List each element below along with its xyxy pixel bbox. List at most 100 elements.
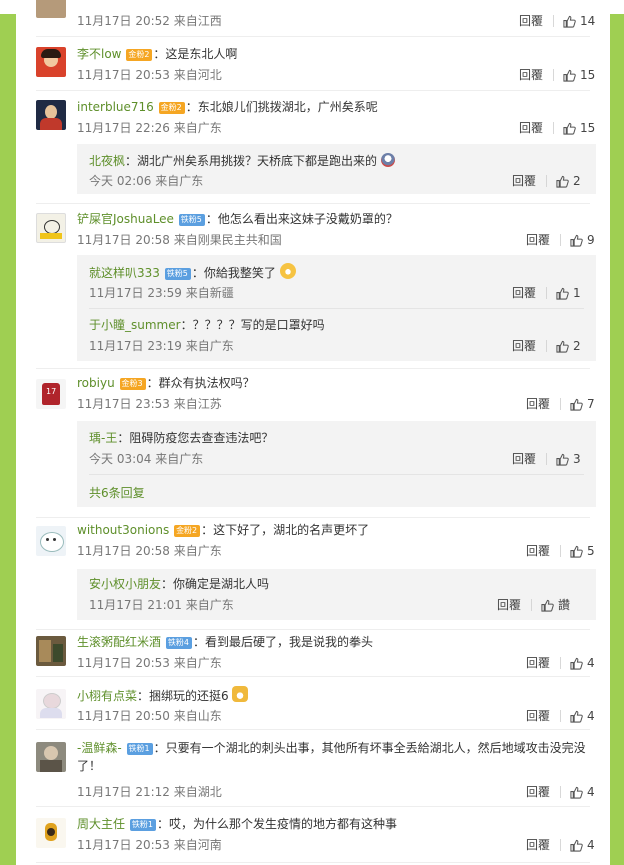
divider: [560, 398, 561, 410]
comment-list: 11月17日 20:52 来自江西 回覆 14 李不low 金粉2 ：这是东北人啊…: [16, 0, 610, 865]
divider: [36, 806, 590, 807]
avatar[interactable]: [36, 100, 66, 130]
thumbs-up-icon: [556, 453, 569, 466]
reply-button[interactable]: 回覆: [526, 784, 550, 800]
comment-time: 11月17日 20:53 来自河南: [77, 838, 222, 852]
reply-text: 北夜枫：湖北广州矣系用挑拨？天桥底下都是跑出来的: [89, 152, 586, 170]
reply-button[interactable]: 回覆: [519, 120, 543, 136]
reply-button[interactable]: 回覆: [512, 173, 536, 189]
fan-badge[interactable]: 金粉2: [158, 102, 185, 114]
fan-badge[interactable]: 铁粉5: [178, 214, 205, 226]
username-link[interactable]: 于小瞳_summer: [89, 318, 181, 332]
reply-button[interactable]: 回覆: [512, 451, 536, 467]
like-button[interactable]: 4: [570, 708, 595, 724]
comment-body: ：哎，为什么那个发生疫情的地方都有这种事: [156, 817, 397, 831]
reply-button[interactable]: 回覆: [497, 597, 521, 613]
fan-badge[interactable]: 金粉2: [126, 49, 153, 61]
like-count: 3: [573, 452, 581, 466]
thumbs-up-icon: [563, 69, 576, 82]
username-link[interactable]: -温鲜森-: [77, 741, 122, 755]
reply-button[interactable]: 回覆: [519, 13, 543, 29]
avatar[interactable]: [36, 818, 66, 848]
fan-badge[interactable]: 铁粉1: [126, 743, 153, 755]
username-link[interactable]: 周大主任: [77, 817, 125, 831]
avatar[interactable]: [36, 742, 66, 772]
username-link[interactable]: 生滚粥配红米酒: [77, 635, 161, 649]
like-button[interactable]: 5: [570, 543, 595, 559]
thumbs-up-icon: [556, 175, 569, 188]
like-button[interactable]: 9: [570, 232, 595, 248]
reply-time: 11月17日 21:01 来自广东: [89, 598, 234, 612]
username-link[interactable]: interblue716: [77, 100, 154, 114]
like-count: 5: [587, 544, 595, 558]
reply-button[interactable]: 回覆: [526, 708, 550, 724]
like-button[interactable]: 4: [570, 837, 595, 853]
username-link[interactable]: 铲屎官JoshuaLee: [77, 212, 174, 226]
fan-badge[interactable]: 铁粉5: [164, 268, 191, 280]
divider: [89, 308, 584, 309]
reply-text: 就这样叭333 铁粉5 ：你給我整笑了: [89, 263, 586, 282]
reply-button[interactable]: 回覆: [526, 543, 550, 559]
reply-button[interactable]: 回覆: [512, 285, 536, 301]
like-count: 2: [573, 339, 581, 353]
like-button[interactable]: 15: [563, 67, 595, 83]
fan-badge[interactable]: 铁粉1: [129, 819, 156, 831]
username-link[interactable]: 安小权小朋友: [89, 577, 161, 591]
avatar[interactable]: 17: [36, 379, 66, 409]
fan-badge[interactable]: 金粉3: [119, 378, 146, 390]
like-button[interactable]: 15: [563, 120, 595, 136]
like-button[interactable]: 4: [570, 655, 595, 671]
thumbs-up-icon: [570, 710, 583, 723]
reply-button[interactable]: 回覆: [526, 396, 550, 412]
divider: [36, 90, 590, 91]
reply-button[interactable]: 回覆: [512, 338, 536, 354]
comment-text: 小栩有点菜：捆绑玩的还挺6: [77, 686, 590, 705]
avatar[interactable]: [36, 47, 66, 77]
reply-time: 今天 03:04 来自广东: [89, 452, 204, 466]
view-all-replies-link[interactable]: 共6条回复: [89, 485, 145, 501]
comment-body: ：群众有执法权吗？: [146, 376, 255, 390]
divider: [546, 287, 547, 299]
divider: [560, 657, 561, 669]
reply-time: 今天 02:06 来自广东: [89, 174, 204, 188]
username-link[interactable]: robiyu: [77, 376, 115, 390]
fan-badge[interactable]: 铁粉4: [165, 637, 192, 649]
avatar[interactable]: [36, 526, 66, 556]
like-button[interactable]: 2: [556, 338, 581, 354]
username-link[interactable]: 小栩有点菜: [77, 689, 137, 703]
comment-text: 铲屎官JoshuaLee 铁粉5 ：他怎么看出来这妹子没戴奶罩的？: [77, 210, 590, 228]
username-link[interactable]: 就这样叭333: [89, 266, 160, 280]
fan-badge[interactable]: 金粉2: [174, 525, 201, 537]
username-link[interactable]: 李不low: [77, 47, 122, 61]
comment-text: -温鲜森- 铁粉1 ：只要有一个湖北的刺头出事，其他所有坏事全丢給湖北人，然后地域…: [77, 739, 590, 775]
like-button[interactable]: 3: [556, 451, 581, 467]
reply-button[interactable]: 回覆: [526, 655, 550, 671]
avatar[interactable]: [36, 689, 66, 719]
reply-body: ：湖北广州矣系用挑拨？天桥底下都是跑出来的: [125, 154, 378, 168]
like-button[interactable]: 14: [563, 13, 595, 29]
avatar[interactable]: [36, 213, 66, 243]
like-button[interactable]: 讚: [541, 597, 570, 613]
avatar[interactable]: [36, 636, 66, 666]
reply-button[interactable]: 回覆: [519, 67, 543, 83]
username-link[interactable]: without3onions: [77, 523, 169, 537]
divider: [36, 862, 590, 863]
divider: [553, 15, 554, 27]
divider: [560, 786, 561, 798]
comment-body: ：这是东北人啊: [153, 47, 238, 61]
like-button[interactable]: 7: [570, 396, 595, 412]
divider: [553, 69, 554, 81]
comment-body: ：看到最后硬了，我是说我的拳头: [192, 635, 373, 649]
reply-button[interactable]: 回覆: [526, 232, 550, 248]
divider: [36, 729, 590, 730]
like-button[interactable]: 1: [556, 285, 581, 301]
like-button[interactable]: 4: [570, 784, 595, 800]
thumbs-up-icon: [570, 839, 583, 852]
avatar[interactable]: [36, 0, 66, 18]
username-link[interactable]: 瑀-王: [89, 431, 117, 445]
like-button[interactable]: 2: [556, 173, 581, 189]
reply-button[interactable]: 回覆: [526, 837, 550, 853]
divider: [36, 203, 590, 204]
username-link[interactable]: 北夜枫: [89, 154, 125, 168]
like-label: 讚: [558, 598, 571, 612]
